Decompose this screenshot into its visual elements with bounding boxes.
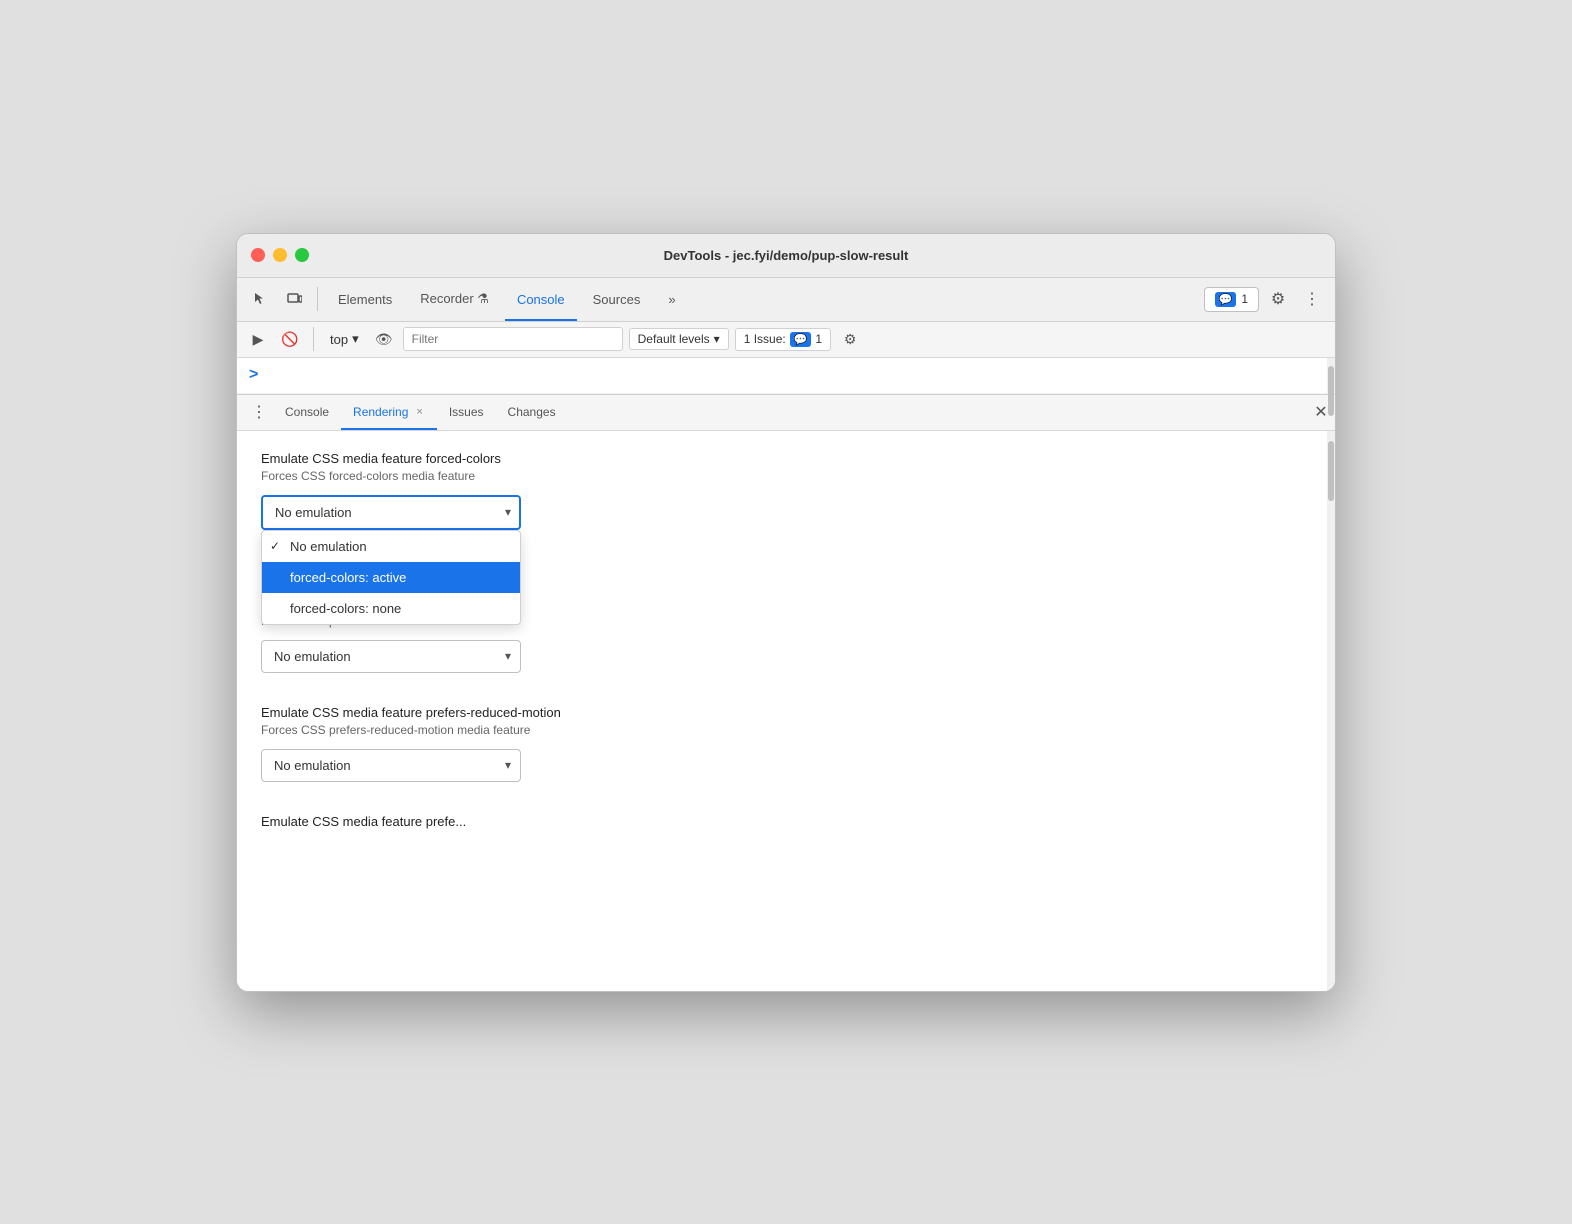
issues-badge-button[interactable]: 💬 1 <box>1204 287 1259 312</box>
settings-button[interactable]: ⚙ <box>1263 285 1293 313</box>
console-content: > <box>237 358 1335 394</box>
tab-more[interactable]: » <box>656 277 687 321</box>
tab-rendering[interactable]: Rendering × <box>341 394 437 430</box>
issue-badge-icon: 💬 <box>790 332 812 347</box>
tab-changes[interactable]: Changes <box>496 394 568 430</box>
dropdown-option-active[interactable]: forced-colors: active <box>262 562 520 593</box>
minimize-button[interactable] <box>273 248 287 262</box>
devtools-window: DevTools - jec.fyi/demo/pup-slow-result … <box>236 233 1336 992</box>
run-snippet-button[interactable]: ▶ <box>245 326 271 352</box>
rendering-scrollbar-thumb <box>1328 441 1334 501</box>
forced-colors-dropdown-menu: ✓ No emulation forced-colors: active for… <box>261 530 521 625</box>
prefers-reduced-motion-select[interactable]: No emulation <box>261 749 521 782</box>
device-icon <box>286 291 302 307</box>
forced-colors-desc: Forces CSS forced-colors media feature <box>261 469 1311 483</box>
bottom-tabs-bar: ⋮ Console Rendering × Issues Changes ✕ <box>237 395 1335 431</box>
console-scrollbar[interactable] <box>1327 358 1335 394</box>
rendering-scrollbar[interactable] <box>1327 431 1335 991</box>
bottom-panel: ⋮ Console Rendering × Issues Changes ✕ E… <box>237 394 1335 991</box>
prefers-reduced-motion-title: Emulate CSS media feature prefers-reduce… <box>261 705 1311 720</box>
devtools-toolbar: Elements Recorder ⚗ Console Sources » 💬 … <box>237 278 1335 322</box>
window-controls <box>251 248 309 262</box>
cursor-icon <box>252 291 268 307</box>
filter-input[interactable] <box>403 327 623 351</box>
checkmark-icon: ✓ <box>270 539 280 553</box>
window-title: DevTools - jec.fyi/demo/pup-slow-result <box>664 248 909 263</box>
badge-icon: 💬 <box>1215 292 1237 307</box>
console-prompt: > <box>237 358 1335 394</box>
forced-colors-title: Emulate CSS media feature forced-colors <box>261 451 1311 466</box>
default-levels-button[interactable]: Default levels ▾ <box>629 328 729 350</box>
prefers-reduced-motion-section: Emulate CSS media feature prefers-reduce… <box>261 705 1311 782</box>
prefers-contrast-dropdown-wrapper: No emulation ▾ <box>261 640 521 673</box>
clear-console-button[interactable]: 🚫 <box>277 326 303 352</box>
maximize-button[interactable] <box>295 248 309 262</box>
context-label: top <box>330 332 348 347</box>
tab-sources[interactable]: Sources <box>581 277 653 321</box>
levels-arrow: ▾ <box>714 332 720 346</box>
partial-bottom-title: Emulate CSS media feature prefe... <box>261 814 1311 829</box>
device-toggle-icon[interactable] <box>279 285 309 313</box>
prefers-reduced-motion-dropdown-wrapper: No emulation ▾ <box>261 749 521 782</box>
scrollbar-thumb <box>1328 366 1334 416</box>
titlebar: DevTools - jec.fyi/demo/pup-slow-result <box>237 234 1335 278</box>
partial-bottom-section: Emulate CSS media feature prefe... <box>261 814 1311 829</box>
badge-count: 1 <box>1241 292 1248 306</box>
prompt-arrow: > <box>249 366 258 384</box>
eye-button[interactable]: 👁 <box>371 326 397 352</box>
more-options-button[interactable]: ⋮ <box>1297 285 1327 313</box>
context-dropdown-arrow: ▾ <box>352 331 359 347</box>
tabs-more-button[interactable]: ⋮ <box>245 398 273 426</box>
tab-recorder[interactable]: Recorder ⚗ <box>408 277 501 321</box>
tab-console-bottom[interactable]: Console <box>273 394 341 430</box>
rendering-panel-content: Emulate CSS media feature forced-colors … <box>237 431 1335 991</box>
close-button[interactable] <box>251 248 265 262</box>
divider-3 <box>261 782 1311 798</box>
context-selector[interactable]: top ▾ <box>324 328 365 350</box>
console-settings-button[interactable]: ⚙ <box>837 326 863 352</box>
console-divider <box>313 327 314 351</box>
forced-colors-dropdown-wrapper: No emulation forced-colors: active force… <box>261 495 521 530</box>
console-toolbar: ▶ 🚫 top ▾ 👁 Default levels ▾ 1 Issue: 💬 … <box>237 322 1335 358</box>
inspector-icon[interactable] <box>245 285 275 313</box>
forced-colors-section: Emulate CSS media feature forced-colors … <box>261 451 1311 530</box>
tab-elements[interactable]: Elements <box>326 277 404 321</box>
dropdown-option-none[interactable]: forced-colors: none <box>262 593 520 624</box>
toolbar-divider <box>317 287 318 311</box>
tab-console[interactable]: Console <box>505 277 577 321</box>
rendering-tab-close[interactable]: × <box>414 405 424 419</box>
divider-2 <box>261 673 1311 689</box>
prefers-contrast-select[interactable]: No emulation <box>261 640 521 673</box>
tab-issues[interactable]: Issues <box>437 394 496 430</box>
prefers-reduced-motion-desc: Forces CSS prefers-reduced-motion media … <box>261 723 1311 737</box>
issue-badge[interactable]: 1 Issue: 💬 1 <box>735 328 831 351</box>
forced-colors-select[interactable]: No emulation forced-colors: active force… <box>261 495 521 530</box>
dropdown-option-no-emulation[interactable]: ✓ No emulation <box>262 531 520 562</box>
